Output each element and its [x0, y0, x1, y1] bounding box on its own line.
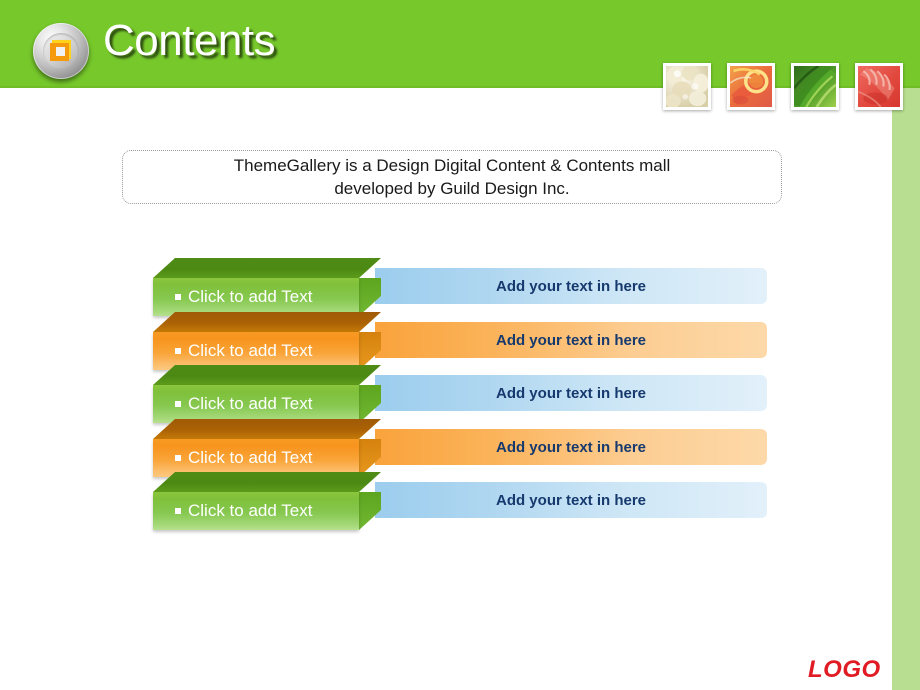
- block-side-face: [359, 385, 381, 423]
- block-label: Click to add Text: [175, 448, 312, 468]
- content-row: Add your text in here Click to add Text: [153, 472, 767, 530]
- block-label-text: Click to add Text: [188, 287, 313, 306]
- content-row: Add your text in here Click to add Text: [153, 419, 767, 477]
- row-3d-block[interactable]: Click to add Text: [153, 365, 381, 423]
- block-side-face: [359, 278, 381, 316]
- block-top-face: [153, 419, 381, 439]
- content-row: Add your text in here Click to add Text: [153, 312, 767, 370]
- row-text-bar-label: Add your text in here: [495, 331, 647, 349]
- row-3d-block[interactable]: Click to add Text: [153, 312, 381, 370]
- row-text-bar[interactable]: Add your text in here: [375, 268, 767, 304]
- block-label-text: Click to add Text: [188, 448, 313, 467]
- content-rows: Add your text in here Click to add Text Ad…: [0, 0, 920, 690]
- block-front-face: Click to add Text: [153, 385, 359, 423]
- block-top-face: [153, 472, 381, 492]
- logo: LOGO: [808, 656, 881, 683]
- row-text-bar-label: Add your text in here: [495, 491, 647, 509]
- bullet-icon: [175, 455, 181, 461]
- row-3d-block[interactable]: Click to add Text: [153, 258, 381, 316]
- block-label: Click to add Text: [175, 287, 312, 307]
- row-text-bar-label: Add your text in here: [495, 438, 647, 456]
- block-side-face: [359, 492, 381, 530]
- block-label-text: Click to add Text: [188, 341, 313, 360]
- row-text-bar[interactable]: Add your text in here: [375, 429, 767, 465]
- block-front-face: Click to add Text: [153, 492, 359, 530]
- bullet-icon: [175, 348, 181, 354]
- block-label: Click to add Text: [175, 394, 312, 414]
- row-text-bar[interactable]: Add your text in here: [375, 322, 767, 358]
- row-text-bar-label: Add your text in here: [495, 277, 647, 295]
- content-row: Add your text in here Click to add Text: [153, 365, 767, 423]
- block-top-face: [153, 258, 381, 278]
- block-front-face: Click to add Text: [153, 278, 359, 316]
- bullet-icon: [175, 401, 181, 407]
- block-label: Click to add Text: [175, 341, 312, 361]
- row-text-bar[interactable]: Add your text in here: [375, 375, 767, 411]
- row-text-bar-label: Add your text in here: [495, 384, 647, 402]
- block-label-text: Click to add Text: [188, 501, 313, 520]
- content-row: Add your text in here Click to add Text: [153, 258, 767, 316]
- block-label-text: Click to add Text: [188, 394, 313, 413]
- bullet-icon: [175, 508, 181, 514]
- block-top-face: [153, 365, 381, 385]
- row-text-bar[interactable]: Add your text in here: [375, 482, 767, 518]
- bullet-icon: [175, 294, 181, 300]
- block-top-face: [153, 312, 381, 332]
- row-3d-block[interactable]: Click to add Text: [153, 472, 381, 530]
- block-label: Click to add Text: [175, 501, 312, 521]
- slide-canvas: Contents ThemeGallery is a Design Digita…: [0, 0, 920, 690]
- row-3d-block[interactable]: Click to add Text: [153, 419, 381, 477]
